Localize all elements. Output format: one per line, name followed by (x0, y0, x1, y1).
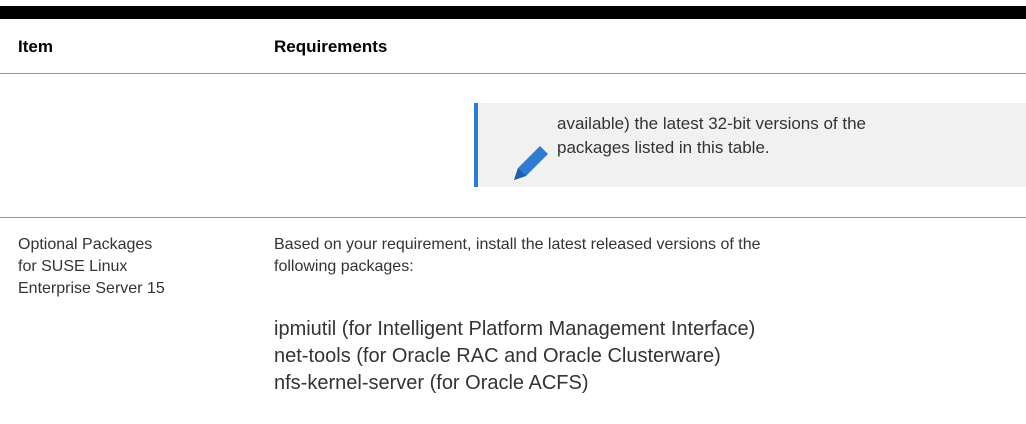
package-item: net-tools (for Oracle RAC and Oracle Clu… (274, 345, 721, 367)
requirements-intro: Based on your requirement, install the l… (274, 234, 1014, 278)
column-header-item: Item (18, 37, 53, 56)
note-line: available) the latest 32-bit versions of… (557, 114, 867, 133)
intro-line: following packages: (274, 258, 414, 275)
item-line: Optional Packages (18, 236, 153, 253)
item-line: for SUSE Linux (18, 258, 128, 275)
package-item: nfs-kernel-server (for Oracle ACFS) (274, 372, 589, 394)
header-divider (0, 73, 1026, 74)
column-header-requirements: Requirements (274, 37, 388, 56)
item-cell: Optional Packages for SUSE Linux Enterpr… (18, 234, 258, 300)
table-top-rule (0, 6, 1026, 19)
intro-line: Based on your requirement, install the l… (274, 236, 761, 253)
note-line: packages listed in this table. (557, 138, 770, 157)
package-item: ipmiutil (for Intelligent Platform Manag… (274, 318, 756, 340)
pencil-icon (514, 146, 548, 180)
package-list: ipmiutil (for Intelligent Platform Manag… (274, 316, 1014, 397)
row-divider (0, 217, 1026, 218)
note-text: available) the latest 32-bit versions of… (557, 112, 977, 160)
note-accent-bar (474, 103, 478, 187)
item-line: Enterprise Server 15 (18, 280, 165, 297)
